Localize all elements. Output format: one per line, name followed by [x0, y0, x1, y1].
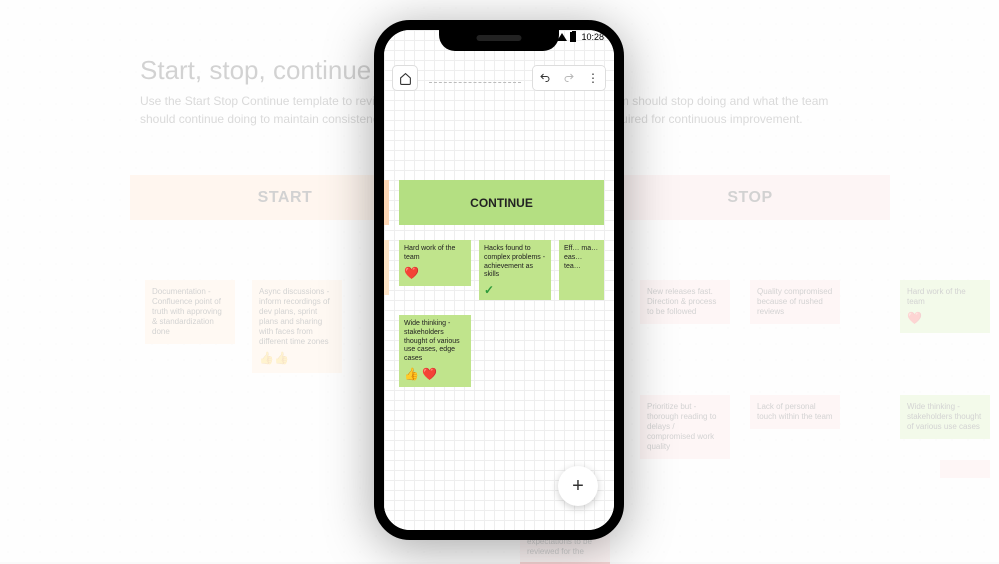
column-header-continue[interactable]: CONTINUE [399, 180, 604, 225]
sticky-note-text: Hacks found to complex problems - achiev… [484, 245, 546, 280]
more-vertical-icon: ⋮ [587, 72, 599, 84]
undo-icon [539, 72, 551, 84]
check-icon: ✓ [484, 283, 546, 298]
home-icon [399, 72, 412, 85]
sticky-note-text: Wide thinking - stakeholders thought of … [404, 320, 466, 364]
battery-icon [570, 32, 576, 42]
add-button[interactable]: + [558, 466, 598, 506]
whiteboard-canvas[interactable]: ⋮ CONTINUE …ed Hard work of the team ❤️ … [384, 30, 614, 530]
sticky-note[interactable]: Hacks found to complex problems - achiev… [479, 240, 551, 300]
column-header-start-peek [374, 180, 389, 225]
reaction-icons: 👍 ❤️ [404, 367, 466, 382]
redo-icon [563, 72, 575, 84]
undo-button[interactable] [533, 66, 557, 90]
sticky-note-peek[interactable]: …ed [374, 240, 389, 295]
heart-icon: ❤️ [404, 266, 466, 281]
home-button[interactable] [392, 65, 418, 91]
phone-notch [439, 29, 559, 51]
status-bar: 10:28 [543, 32, 604, 42]
redo-button[interactable] [557, 66, 581, 90]
sticky-note-peek[interactable]: Eff… ma… eas… tea… [559, 240, 604, 300]
sticky-note[interactable]: Hard work of the team ❤️ [399, 240, 471, 286]
wifi-icon [557, 33, 567, 41]
app-toolbar: ⋮ [384, 60, 614, 96]
clock: 10:28 [581, 32, 604, 42]
sticky-note[interactable]: Wide thinking - stakeholders thought of … [399, 315, 471, 387]
toolbar-divider [429, 73, 521, 83]
more-button[interactable]: ⋮ [581, 66, 605, 90]
sticky-note-text: Eff… ma… eas… tea… [564, 245, 599, 271]
plus-icon: + [572, 475, 584, 498]
phone-frame: 10:28 ⋮ CONTINUE …ed [374, 20, 624, 540]
sticky-note-text: Hard work of the team [404, 245, 466, 263]
signal-icon [543, 33, 554, 42]
